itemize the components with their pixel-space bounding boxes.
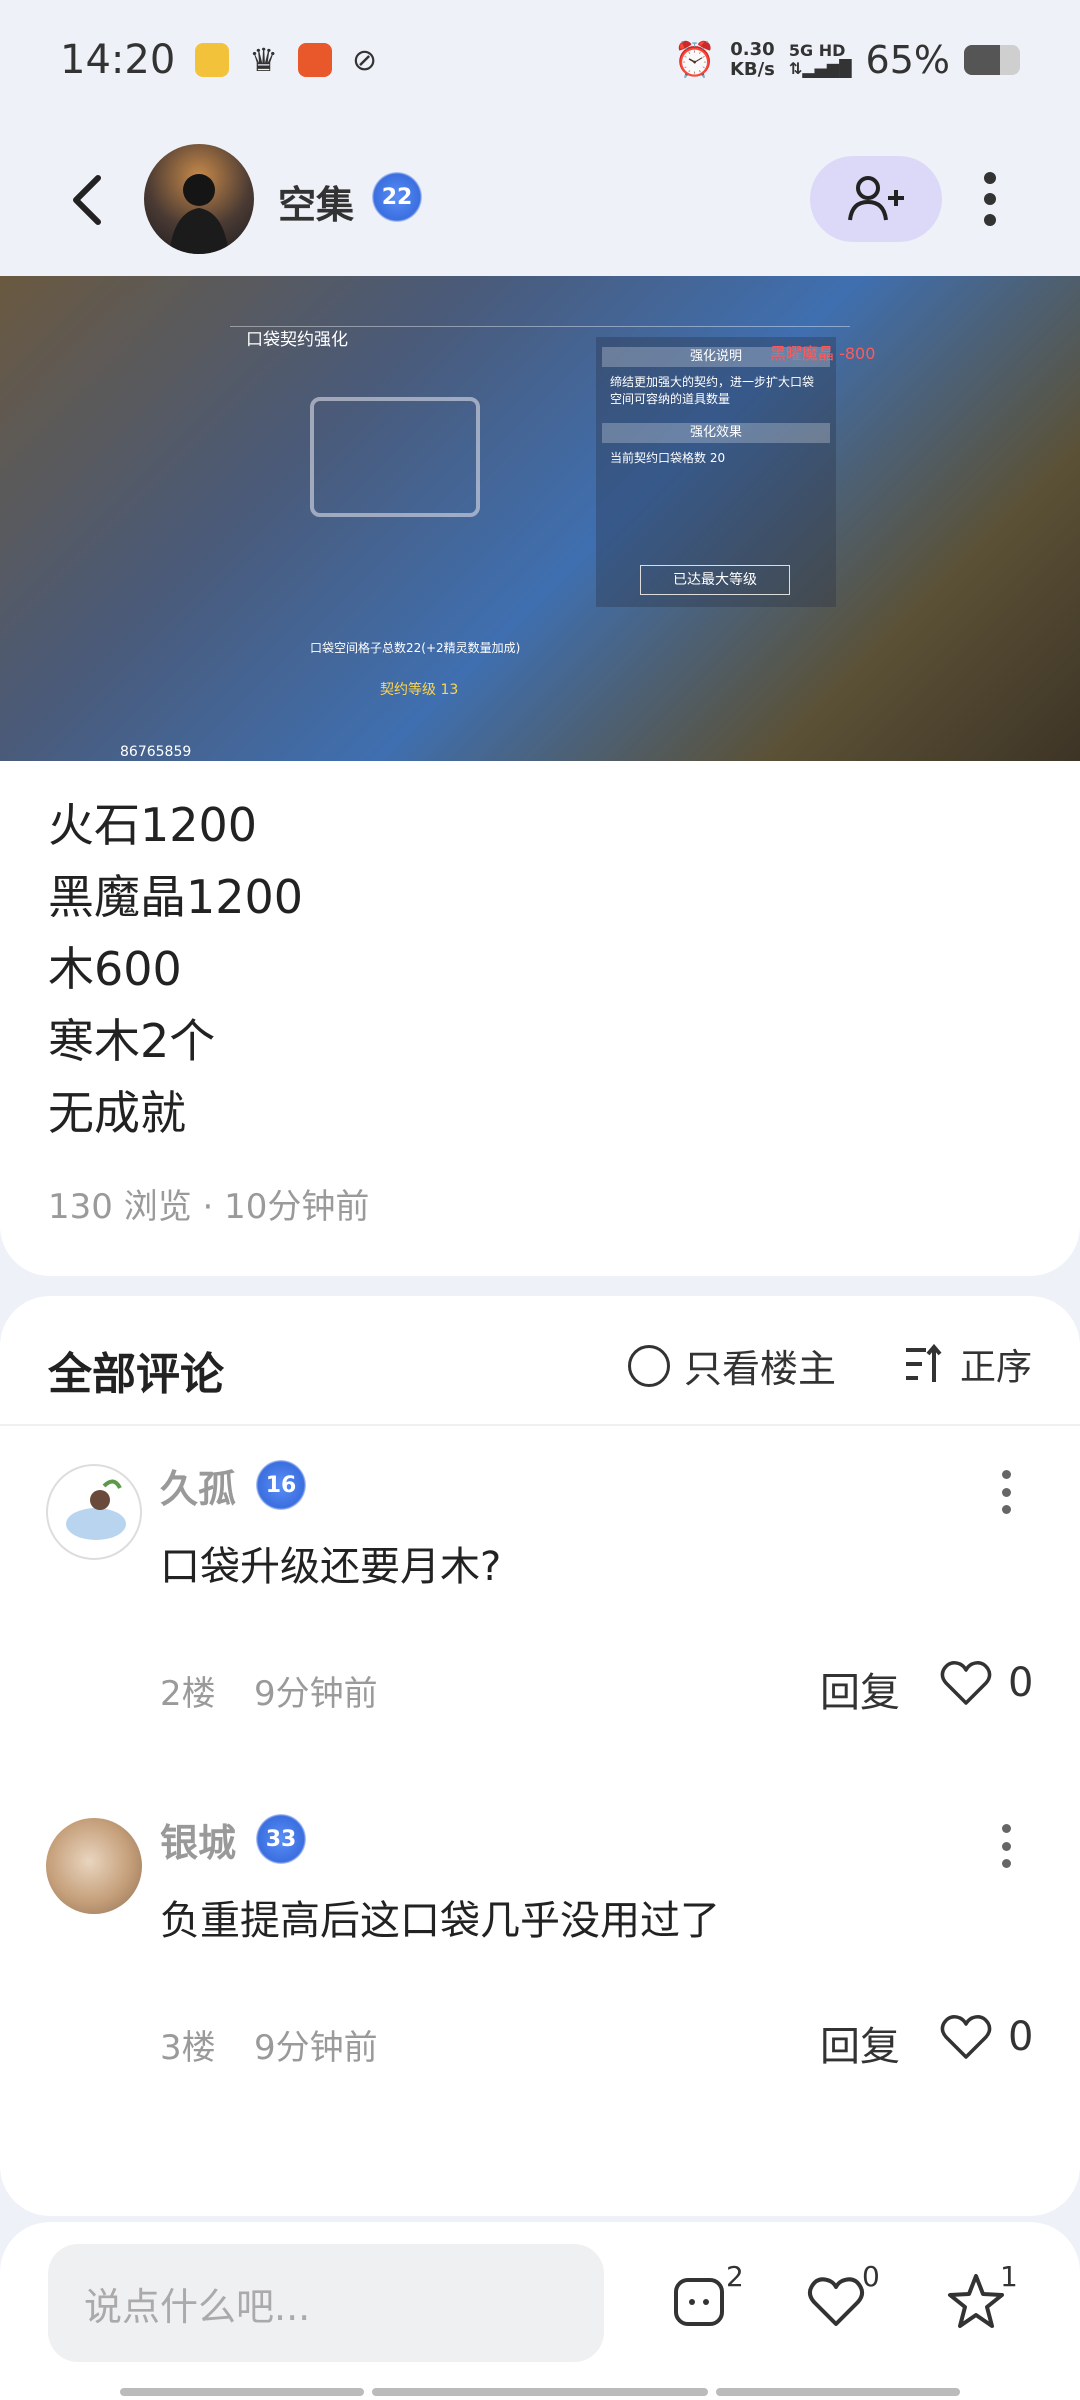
more-options-icon[interactable] xyxy=(970,166,1010,232)
heart-icon xyxy=(940,2015,992,2059)
image-id: 86765859 xyxy=(120,744,192,760)
post-image[interactable]: 口袋契约强化 口袋空间格子总数22(+2精灵数量加成) 契约等级 13 强化说明… xyxy=(0,276,1080,761)
commenter-avatar[interactable] xyxy=(46,1464,142,1560)
post-line: 寒木2个 xyxy=(48,1014,216,1068)
commenter-avatar[interactable] xyxy=(46,1818,142,1914)
post-content: 火石1200 黑魔晶1200 木600 寒木2个 无成就 130 浏览 · 10… xyxy=(0,761,1080,1276)
sort-button[interactable]: 正序 xyxy=(904,1338,1032,1390)
more-options-icon[interactable] xyxy=(994,1462,1018,1522)
radio-circle-icon xyxy=(628,1344,670,1387)
home-indicator xyxy=(372,2388,708,2396)
favorite-count: 1 xyxy=(1000,2260,1018,2293)
like-button[interactable]: 0 xyxy=(940,1660,1033,1706)
post-line: 无成就 xyxy=(48,1086,186,1140)
back-icon[interactable] xyxy=(60,170,120,230)
home-indicator xyxy=(716,2388,960,2396)
post-header: 空集 22 xyxy=(0,130,1080,270)
home-indicator xyxy=(120,2388,364,2396)
alarm-icon: ⏰ xyxy=(673,40,716,80)
status-bar: 14:20 ♛ ⊘ ⏰ 0.30 KB/s 5G HD ⇅▂▄▆█ 65% xyxy=(0,0,1080,120)
post-line: 木600 xyxy=(48,942,182,996)
like-count: 0 xyxy=(1008,1660,1034,1706)
level-badge: 33 xyxy=(256,1814,306,1864)
like-button[interactable]: 0 xyxy=(940,2014,1033,2060)
game-panel: 口袋契约强化 口袋空间格子总数22(+2精灵数量加成) 契约等级 13 强化说明… xyxy=(230,326,850,698)
follow-button[interactable] xyxy=(810,156,942,242)
post-meta: 130 浏览 · 10分钟前 xyxy=(48,1187,370,1227)
status-time: 14:20 xyxy=(60,37,176,83)
comments-title: 全部评论 xyxy=(48,1349,224,1400)
game-notification-icon xyxy=(297,43,332,77)
like-count: 0 xyxy=(862,2260,880,2293)
panel-title: 口袋契约强化 xyxy=(246,330,348,350)
capacity-text: 口袋空间格子总数22(+2精灵数量加成) xyxy=(310,641,521,655)
post-line: 火石1200 xyxy=(48,798,258,852)
comment-floor: 2楼 xyxy=(160,1674,216,1714)
add-user-icon xyxy=(848,176,904,221)
comments-section: 全部评论 只看楼主 正序 久孤 16 口袋升级还要月木? 2楼 9分钟前 回复 … xyxy=(0,1296,1080,2216)
post-line: 黑魔晶1200 xyxy=(48,870,304,924)
commenter-name[interactable]: 银城 xyxy=(160,1812,236,1867)
comments-header: 全部评论 只看楼主 正序 xyxy=(0,1296,1080,1426)
sort-label: 正序 xyxy=(960,1347,1033,1388)
comment-input[interactable]: 说点什么吧... xyxy=(48,2244,604,2362)
star-icon[interactable] xyxy=(946,2272,1006,2332)
commenter-name[interactable]: 久孤 xyxy=(160,1458,236,1513)
post-body: 火石1200 黑魔晶1200 木600 寒木2个 无成就 xyxy=(48,789,303,1149)
level-badge: 16 xyxy=(256,1460,306,1510)
like-count: 0 xyxy=(1008,2014,1034,2060)
app-notification-icon xyxy=(195,43,230,77)
heart-icon xyxy=(940,1661,992,1705)
author-avatar[interactable] xyxy=(144,144,254,254)
only-host-label: 只看楼主 xyxy=(684,1347,837,1391)
author-name[interactable]: 空集 xyxy=(278,174,354,229)
resource-cost: 黑曜魔晶 -800 xyxy=(770,344,876,363)
reply-button[interactable]: 回复 xyxy=(820,1660,900,1718)
more-options-icon[interactable] xyxy=(994,1816,1018,1876)
comment-icon[interactable] xyxy=(670,2272,730,2332)
level-badge: 22 xyxy=(372,172,422,222)
heart-icon[interactable] xyxy=(806,2272,866,2332)
battery-percent: 65% xyxy=(865,38,950,82)
max-level-button: 已达最大等级 xyxy=(640,565,790,595)
comment-text: 口袋升级还要月木? xyxy=(160,1544,502,1590)
comment-time: 9分钟前 xyxy=(254,1674,378,1714)
comment-text: 负重提高后这口袋几乎没用过了 xyxy=(160,1898,720,1944)
net-speed: 0.30 KB/s xyxy=(729,39,775,80)
link-icon: ⊘ xyxy=(351,42,378,78)
comment-item: 银城 33 负重提高后这口袋几乎没用过了 3楼 9分钟前 回复 0 xyxy=(0,1780,1080,2110)
battery-icon xyxy=(964,45,1020,75)
crown-icon: ♛ xyxy=(249,41,278,79)
only-host-toggle[interactable]: 只看楼主 xyxy=(628,1338,836,1393)
signal-icon: 5G HD ⇅▂▄▆█ xyxy=(788,41,852,78)
magic-book-icon xyxy=(310,397,480,517)
comment-count: 2 xyxy=(726,2260,744,2293)
sort-icon xyxy=(906,1344,942,1382)
reply-button[interactable]: 回复 xyxy=(820,2014,900,2072)
bottom-bar: 说点什么吧... 2 0 1 xyxy=(0,2222,1080,2400)
comment-item: 久孤 16 口袋升级还要月木? 2楼 9分钟前 回复 0 xyxy=(0,1426,1080,1756)
comment-time: 9分钟前 xyxy=(254,2028,378,2068)
contract-level: 契约等级 13 xyxy=(380,682,459,698)
comment-floor: 3楼 xyxy=(160,2028,216,2068)
